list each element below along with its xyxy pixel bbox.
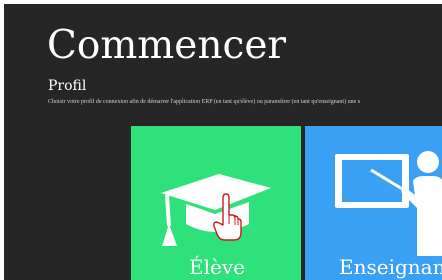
profile-label-eleve: Élève <box>189 255 245 279</box>
profile-label-enseignant: Enseignant <box>339 255 442 279</box>
profile-tile-eleve[interactable]: Élève <box>131 126 301 280</box>
section-title: Profil <box>48 78 87 94</box>
profile-tile-enseignant[interactable]: Enseignant <box>305 126 442 280</box>
page-title: Commencer <box>47 23 287 68</box>
screen: Commencer Profil Choisir votre profil de… <box>0 0 442 280</box>
section-description: Choisir votre profil de connexion afin d… <box>48 99 361 105</box>
